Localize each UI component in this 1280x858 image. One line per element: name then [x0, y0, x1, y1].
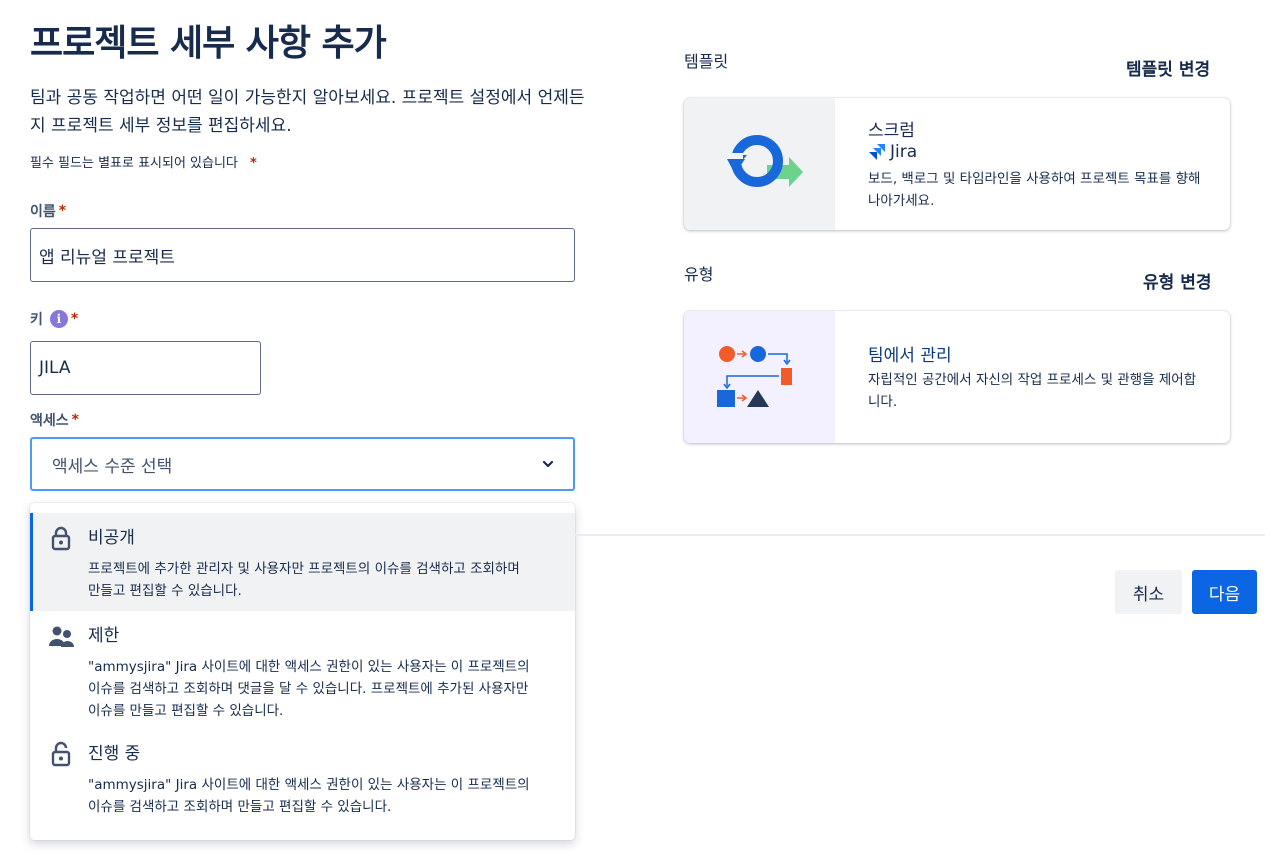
- option-description: "ammysjira" Jira 사이트에 대한 액세스 권한이 있는 사용자는…: [88, 659, 530, 719]
- lock-icon: [48, 525, 74, 551]
- option-description: 프로젝트에 추가한 관리자 및 사용자만 프로젝트의 이슈를 검색하고 조회하며…: [88, 561, 520, 599]
- type-title: 팀에서 관리: [868, 346, 952, 366]
- name-label: 이름 *: [30, 201, 66, 221]
- change-template-button[interactable]: 템플릿 변경: [1126, 55, 1210, 80]
- access-label: 액세스 *: [30, 410, 79, 430]
- key-label-text: 키: [30, 312, 43, 328]
- required-note: 필수 필드는 별표로 표시되어 있습니다 *: [30, 152, 257, 171]
- template-description: 보드, 백로그 및 타임라인을 사용하여 프로젝트 목표를 향해 나아가세요.: [868, 171, 1201, 209]
- jira-icon: [868, 143, 886, 161]
- team-managed-illustration: [684, 311, 835, 443]
- access-dropdown: 비공개 프로젝트에 추가한 관리자 및 사용자만 프로젝트의 이슈를 검색하고 …: [30, 503, 575, 840]
- name-label-text: 이름: [30, 204, 56, 220]
- template-title: 스크럼: [868, 121, 915, 141]
- unlock-icon: [48, 741, 74, 767]
- people-icon: [48, 623, 74, 649]
- required-star: *: [70, 311, 79, 327]
- cancel-button[interactable]: 취소: [1115, 570, 1182, 614]
- page-description: 팀과 공동 작업하면 어떤 일이 가능한지 알아보세요. 프로젝트 설정에서 언…: [30, 88, 585, 136]
- template-product: Jira: [868, 142, 917, 162]
- key-input[interactable]: JILA: [30, 341, 261, 395]
- option-description: "ammysjira" Jira 사이트에 대한 액세스 권한이 있는 사용자는…: [88, 777, 530, 815]
- chevron-down-icon: [541, 457, 555, 471]
- access-select[interactable]: 액세스 수준 선택: [30, 437, 575, 491]
- template-card[interactable]: 스크럼 Jira 보드, 백로그 및 타임라인을 사용하여 프로젝트 목표를 향…: [684, 98, 1230, 230]
- change-type-button[interactable]: 유형 변경: [1143, 268, 1211, 293]
- access-select-placeholder: 액세스 수준 선택: [52, 456, 173, 477]
- product-name: Jira: [890, 142, 918, 162]
- footer-divider: [575, 534, 1265, 536]
- required-star: *: [71, 412, 79, 428]
- next-button[interactable]: 다음: [1192, 570, 1257, 614]
- name-input[interactable]: 앱 리뉴얼 프로젝트: [30, 228, 575, 282]
- type-section-label: 유형: [684, 265, 714, 284]
- scrum-illustration: [684, 98, 835, 230]
- access-option-open[interactable]: 진행 중 "ammysjira" Jira 사이트에 대한 액세스 권한이 있는…: [30, 729, 575, 829]
- page-title: 프로젝트 세부 사항 추가: [30, 23, 387, 64]
- access-option-limited[interactable]: 제한 "ammysjira" Jira 사이트에 대한 액세스 권한이 있는 사…: [30, 611, 575, 729]
- type-description: 자립적인 공간에서 자신의 작업 프로세스 및 관행을 제어합니다.: [868, 372, 1197, 410]
- name-input-value: 앱 리뉴얼 프로젝트: [39, 247, 175, 268]
- required-star: *: [250, 156, 257, 171]
- key-input-value: JILA: [39, 358, 71, 378]
- option-title: 진행 중: [88, 744, 141, 764]
- access-label-text: 액세스: [30, 413, 69, 429]
- template-section-label: 템플릿: [684, 52, 729, 71]
- required-star: *: [58, 203, 67, 219]
- type-card[interactable]: 팀에서 관리 자립적인 공간에서 자신의 작업 프로세스 및 관행을 제어합니다…: [684, 311, 1230, 443]
- option-title: 제한: [88, 626, 120, 646]
- option-title: 비공개: [88, 528, 135, 548]
- access-option-private[interactable]: 비공개 프로젝트에 추가한 관리자 및 사용자만 프로젝트의 이슈를 검색하고 …: [30, 513, 575, 611]
- key-label: 키 i *: [30, 309, 78, 329]
- required-note-text: 필수 필드는 별표로 표시되어 있습니다: [30, 156, 238, 171]
- info-icon[interactable]: i: [49, 310, 68, 328]
